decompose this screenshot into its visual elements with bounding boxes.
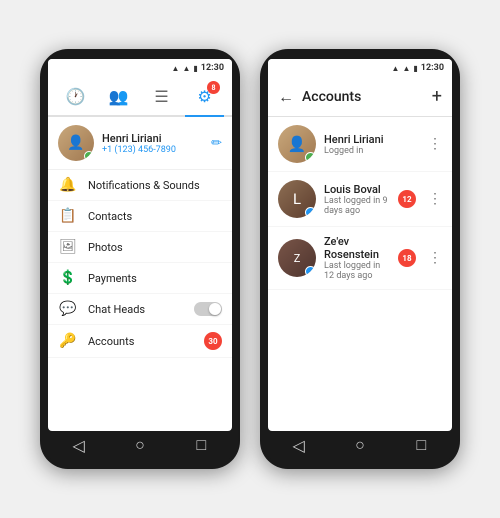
account-item-zeev[interactable]: Z Ze'ev Rosenstein Last logged in 12 day… — [268, 227, 452, 290]
message-badge-louis: 12 — [398, 190, 416, 208]
photos-icon: 🖼 — [58, 239, 78, 255]
accounts-title: Accounts — [302, 89, 424, 105]
menu-item-photos[interactable]: 🖼 Photos — [48, 232, 232, 263]
status-bar-2: ▲ ▲ ▮ 12:30 — [268, 59, 452, 77]
nav-bar-1: ◁ ○ □ — [48, 431, 232, 459]
tab-recent[interactable]: 🕐 — [56, 77, 95, 115]
payments-label: Payments — [88, 272, 222, 285]
notifications-icon: 🔔 — [58, 177, 78, 193]
back-nav-btn-2[interactable]: ◁ — [290, 436, 308, 454]
account-item-louis[interactable]: L Louis Boval Last logged in 9 days ago … — [268, 172, 452, 227]
account-info-henri: Henri Liriani Logged in — [324, 133, 416, 156]
recents-nav-btn-2[interactable]: □ — [412, 436, 430, 454]
account-status-zeev: Last logged in 12 days ago — [324, 261, 390, 281]
accounts-badge: 30 — [204, 332, 222, 350]
menu-item-payments[interactable]: 💲 Payments — [48, 263, 232, 294]
add-account-button[interactable]: + — [432, 86, 442, 107]
wifi-icon-1: ▲ — [182, 64, 190, 73]
status-bar-1: ▲ ▲ ▮ 12:30 — [48, 59, 232, 77]
account-online-zeev — [305, 266, 316, 277]
photos-label: Photos — [88, 241, 222, 254]
tab-contacts[interactable]: 👥 — [99, 77, 138, 115]
menu-icon: ☰ — [154, 87, 168, 106]
account-name-louis: Louis Boval — [324, 183, 390, 196]
more-options-zeev[interactable]: ⋮ — [428, 250, 442, 266]
nav-bar-2: ◁ ○ □ — [268, 431, 452, 459]
account-status-louis: Last logged in 9 days ago — [324, 196, 390, 216]
account-avatar-louis: L — [278, 180, 316, 218]
message-badge-zeev: 18 — [398, 249, 416, 267]
notifications-label: Notifications & Sounds — [88, 179, 222, 192]
battery-icon-2: ▮ — [413, 64, 417, 73]
contacts-menu-icon: 📋 — [58, 208, 78, 224]
recent-icon: 🕐 — [66, 87, 86, 106]
phone-1-screen: ▲ ▲ ▮ 12:30 🕐 👥 ☰ ⚙ 8 👤 — [48, 59, 232, 431]
chatheads-icon: 💬 — [58, 301, 78, 317]
account-online-henri — [305, 152, 316, 163]
signal-icon-1: ▲ — [172, 64, 180, 73]
account-avatar-henri: 👤 — [278, 125, 316, 163]
chatheads-toggle[interactable] — [194, 302, 222, 316]
account-info-zeev: Ze'ev Rosenstein Last logged in 12 days … — [324, 235, 390, 281]
more-options-louis[interactable]: ⋮ — [428, 191, 442, 207]
menu-item-notifications[interactable]: 🔔 Notifications & Sounds — [48, 170, 232, 201]
account-online-louis — [305, 207, 316, 218]
wifi-icon-2: ▲ — [402, 64, 410, 73]
menu-item-accounts[interactable]: 🔑 Accounts 30 — [48, 325, 232, 358]
account-name-zeev: Ze'ev Rosenstein — [324, 235, 390, 261]
battery-icon-1: ▮ — [193, 64, 197, 73]
account-info-louis: Louis Boval Last logged in 9 days ago — [324, 183, 390, 216]
home-nav-btn-2[interactable]: ○ — [351, 436, 369, 454]
user-profile-row[interactable]: 👤 Henri Liriani +1 (123) 456-7890 ✏ — [48, 117, 232, 170]
edit-icon[interactable]: ✏ — [211, 136, 222, 151]
menu-item-chatheads[interactable]: 💬 Chat Heads — [48, 294, 232, 325]
accounts-key-icon: 🔑 — [58, 333, 78, 349]
time-1: 12:30 — [201, 63, 224, 73]
tab-settings[interactable]: ⚙ 8 — [185, 77, 224, 115]
user-info: Henri Liriani +1 (123) 456-7890 — [102, 132, 203, 155]
accounts-label: Accounts — [88, 335, 194, 348]
account-status-henri: Logged in — [324, 146, 416, 156]
phone-1: ▲ ▲ ▮ 12:30 🕐 👥 ☰ ⚙ 8 👤 — [40, 49, 240, 469]
account-item-henri[interactable]: 👤 Henri Liriani Logged in ⋮ — [268, 117, 452, 172]
chatheads-label: Chat Heads — [88, 303, 184, 316]
signal-icon-2: ▲ — [392, 64, 400, 73]
recents-nav-btn-1[interactable]: □ — [192, 436, 210, 454]
online-indicator — [84, 151, 94, 161]
contacts-icon: 👥 — [109, 87, 129, 106]
back-nav-btn-1[interactable]: ◁ — [70, 436, 88, 454]
user-phone: +1 (123) 456-7890 — [102, 145, 203, 155]
user-avatar: 👤 — [58, 125, 94, 161]
tab-bar: 🕐 👥 ☰ ⚙ 8 — [48, 77, 232, 117]
payments-icon: 💲 — [58, 270, 78, 286]
tab-menu[interactable]: ☰ — [142, 77, 181, 115]
home-nav-btn-1[interactable]: ○ — [131, 436, 149, 454]
more-options-henri[interactable]: ⋮ — [428, 136, 442, 152]
contacts-label: Contacts — [88, 210, 222, 223]
phone-2: ▲ ▲ ▮ 12:30 ← Accounts + 👤 Henri Liriani… — [260, 49, 460, 469]
account-avatar-zeev: Z — [278, 239, 316, 277]
user-name: Henri Liriani — [102, 132, 203, 145]
back-button[interactable]: ← — [278, 87, 294, 107]
menu-item-contacts[interactable]: 📋 Contacts — [48, 201, 232, 232]
accounts-app-bar: ← Accounts + — [268, 77, 452, 117]
account-name-henri: Henri Liriani — [324, 133, 416, 146]
time-2: 12:30 — [421, 63, 444, 73]
phone-2-screen: ▲ ▲ ▮ 12:30 ← Accounts + 👤 Henri Liriani… — [268, 59, 452, 431]
settings-badge: 8 — [207, 81, 220, 94]
